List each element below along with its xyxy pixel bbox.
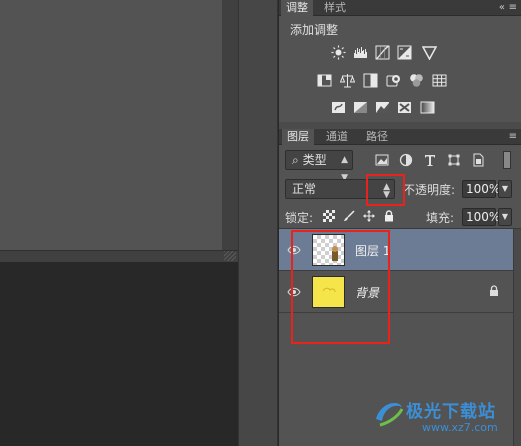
posterize-icon[interactable]	[353, 100, 368, 115]
opacity-label: 不透明度:	[403, 183, 456, 197]
filter-smart-object-icon[interactable]	[471, 153, 485, 167]
fill-label: 填充:	[426, 211, 455, 225]
blend-mode-value: 正常	[292, 182, 317, 196]
panel-menu-icon[interactable]: ≡	[509, 0, 517, 16]
tab-styles[interactable]: 样式	[319, 0, 351, 16]
panel-gutter	[238, 0, 278, 446]
hue-saturation-icon[interactable]	[317, 73, 332, 88]
lock-position-icon[interactable]	[363, 210, 375, 222]
add-adjustment-title: 添加调整	[290, 23, 339, 37]
threshold-icon[interactable]	[375, 100, 390, 115]
filter-toggle-switch[interactable]	[503, 151, 511, 169]
lock-label: 锁定:	[285, 211, 314, 225]
curves-icon[interactable]	[375, 45, 390, 60]
highlight-blend-mode-arrow	[366, 174, 405, 206]
watermark: 极光下载站 www.xz7.com	[370, 393, 520, 443]
document-canvas-area	[0, 0, 238, 446]
canvas-resize-handle[interactable]	[224, 251, 236, 261]
canvas-horizontal-scrollbar[interactable]	[0, 250, 238, 262]
watermark-url: www.xz7.com	[422, 421, 498, 434]
photo-filter-icon[interactable]	[386, 73, 401, 88]
black-white-icon[interactable]	[363, 73, 378, 88]
highlight-layer-thumbnails	[291, 230, 390, 344]
filter-pixel-icon[interactable]	[375, 153, 389, 167]
invert-icon[interactable]	[331, 100, 346, 115]
tab-paths[interactable]: 路径	[361, 129, 393, 145]
channel-mixer-icon[interactable]	[409, 73, 424, 88]
lock-image-pixels-icon[interactable]	[343, 210, 355, 222]
lock-all-icon[interactable]	[383, 210, 395, 222]
layers-panel-menu-icon[interactable]: ≡	[509, 129, 517, 145]
watermark-logo-icon	[376, 403, 404, 427]
filter-type-icon[interactable]	[423, 153, 437, 167]
color-lookup-icon[interactable]	[432, 73, 447, 88]
collapse-icon[interactable]: «	[499, 0, 505, 16]
document-canvas[interactable]	[0, 0, 222, 262]
layer-locked-icon	[489, 285, 499, 297]
tab-channels[interactable]: 通道	[321, 129, 353, 145]
pasteboard	[0, 262, 238, 446]
filter-shape-icon[interactable]	[447, 153, 461, 167]
fill-dropdown-arrow[interactable]: ▼	[498, 208, 512, 226]
gradient-map-icon[interactable]	[420, 100, 435, 115]
selective-color-icon[interactable]	[397, 100, 412, 115]
filter-type-label: 类型	[302, 153, 327, 167]
opacity-dropdown-arrow[interactable]: ▼	[498, 180, 512, 198]
levels-icon[interactable]	[353, 45, 368, 60]
vibrance-icon[interactable]	[422, 45, 437, 60]
exposure-icon[interactable]	[397, 45, 412, 60]
search-icon: ⌕	[292, 153, 299, 167]
adjustments-panel: 调整 样式 ≡ « 添加调整	[279, 0, 521, 122]
adjustments-tabbar: 调整 样式 ≡ «	[279, 0, 521, 16]
layer-filter-dropdown[interactable]: ⌕ 类型 ▲ ▼	[285, 150, 353, 183]
tab-adjustments[interactable]: 调整	[281, 0, 313, 16]
tab-layers[interactable]: 图层	[282, 129, 314, 145]
fill-input[interactable]: 100%	[462, 208, 500, 226]
opacity-input[interactable]: 100%	[462, 180, 500, 198]
filter-adjustment-icon[interactable]	[399, 153, 413, 167]
lock-transparent-pixels-icon[interactable]	[323, 210, 335, 222]
watermark-title: 极光下载站	[406, 402, 496, 422]
layers-tabbar: 图层 通道 路径 ≡	[279, 129, 521, 145]
color-balance-icon[interactable]	[340, 73, 355, 88]
brightness-contrast-icon[interactable]	[331, 45, 346, 60]
panel-dock: 调整 样式 ≡ « 添加调整 图层 通道 路径 ≡ ⌕ 类型 ▲ ▼ 正常 ▲ …	[279, 0, 521, 446]
canvas-vertical-scrollbar[interactable]	[222, 0, 238, 250]
